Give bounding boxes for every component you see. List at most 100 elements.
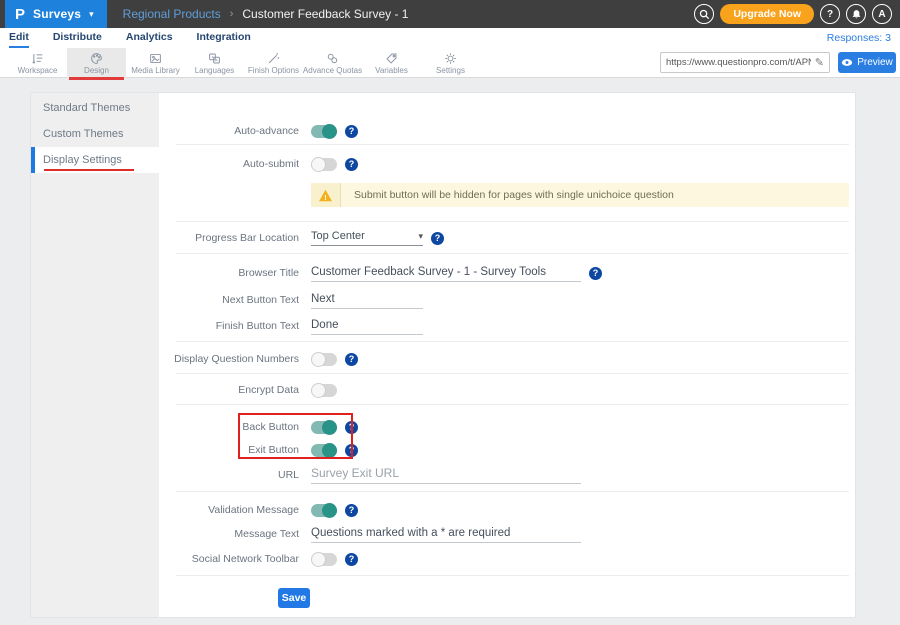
toolbar-tab-label: Media Library (131, 66, 179, 75)
breadcrumb-survey-title: Customer Feedback Survey - 1 (242, 7, 408, 21)
chevron-down-icon: ▾ (418, 231, 423, 242)
tag-icon (385, 52, 398, 65)
warning-triangle-icon: ! (318, 189, 333, 202)
sidebar-item-custom-themes[interactable]: Custom Themes (31, 121, 159, 147)
social-network-toolbar-toggle[interactable] (311, 553, 337, 566)
display-settings-form: Auto-advance ? Auto-submit ? ! Submit bu… (159, 93, 855, 617)
tab-analytics[interactable]: Analytics (126, 28, 173, 48)
display-question-numbers-row: Display Question Numbers ? (159, 344, 849, 374)
finish-button-text-row: Finish Button Text (159, 311, 849, 341)
encrypt-data-toggle[interactable] (311, 384, 337, 397)
message-text-input[interactable] (311, 525, 581, 543)
annotation-underline-display-settings (44, 169, 134, 171)
breadcrumb: Regional Products › Customer Feedback Su… (123, 7, 409, 21)
finish-button-text-input[interactable] (311, 317, 423, 335)
survey-url-box: ✎ (660, 52, 830, 73)
help-icon[interactable]: ? (345, 125, 358, 138)
exit-url-row: URL (159, 460, 849, 490)
auto-submit-row: Auto-submit ? (159, 149, 849, 179)
search-button[interactable] (694, 4, 714, 24)
exit-url-input[interactable] (311, 466, 581, 484)
section-divider (176, 221, 849, 222)
toolbar-tab-design[interactable]: Design (67, 48, 126, 78)
sidebar-item-display-settings[interactable]: Display Settings (31, 147, 159, 173)
toolbar-tab-finish-options[interactable]: Finish Options (244, 48, 303, 78)
toolbar-tab-media-library[interactable]: Media Library (126, 48, 185, 78)
survey-url-input[interactable] (666, 57, 811, 68)
top-bar: P Surveys ▾ Regional Products › Customer… (0, 0, 900, 28)
toggle-knob (311, 383, 326, 398)
tab-distribute[interactable]: Distribute (53, 28, 102, 48)
svg-text:!: ! (324, 192, 326, 201)
chain-links-icon (326, 52, 339, 65)
tab-edit[interactable]: Edit (9, 28, 29, 48)
save-button[interactable]: Save (278, 588, 310, 608)
help-icon[interactable]: ? (345, 553, 358, 566)
browser-title-label: Browser Title (159, 267, 299, 279)
toolbar-tab-advance-quotas[interactable]: Advance Quotas (303, 48, 362, 78)
help-icon[interactable]: ? (345, 504, 358, 517)
help-icon[interactable]: ? (345, 353, 358, 366)
toolbar-tab-label: Variables (375, 66, 408, 75)
search-icon (699, 9, 710, 20)
next-button-text-label: Next Button Text (159, 294, 299, 306)
svg-text:A: A (215, 57, 218, 62)
toggle-knob (322, 420, 337, 435)
progress-bar-location-label: Progress Bar Location (159, 232, 299, 244)
toolbar-tab-label: Settings (436, 66, 465, 75)
upgrade-now-button[interactable]: Upgrade Now (720, 4, 814, 24)
help-icon[interactable]: ? (345, 158, 358, 171)
breadcrumb-folder[interactable]: Regional Products (123, 7, 221, 21)
auto-advance-toggle[interactable] (311, 125, 337, 138)
auto-advance-row: Auto-advance ? (159, 116, 849, 146)
questionpro-logo: P (15, 7, 25, 22)
display-question-numbers-toggle[interactable] (311, 353, 337, 366)
toolbar-tab-languages[interactable]: zA Languages (185, 48, 244, 78)
help-icon[interactable]: ? (345, 444, 358, 457)
magic-wand-icon (267, 52, 280, 65)
palette-icon (90, 52, 103, 65)
edit-url-pencil-icon[interactable]: ✎ (815, 56, 824, 69)
exit-button-toggle[interactable] (311, 444, 337, 457)
toolbar-tab-label: Finish Options (248, 66, 299, 75)
translate-icon: zA (208, 52, 221, 65)
responses-count[interactable]: Responses: 3 (827, 32, 891, 44)
account-button[interactable]: A (872, 4, 892, 24)
progress-bar-location-row: Progress Bar Location Top Center ▾ ? (159, 223, 849, 253)
help-icon[interactable]: ? (589, 267, 602, 280)
help-icon[interactable]: ? (345, 421, 358, 434)
help-icon[interactable]: ? (431, 232, 444, 245)
help-button[interactable]: ? (820, 4, 840, 24)
survey-nav: Edit Distribute Analytics Integration Re… (0, 28, 900, 48)
sidebar-item-label: Display Settings (43, 154, 122, 166)
warning-banner: ! Submit button will be hidden for pages… (311, 183, 849, 207)
back-button-toggle[interactable] (311, 421, 337, 434)
auto-submit-toggle[interactable] (311, 158, 337, 171)
notifications-button[interactable] (846, 4, 866, 24)
sidebar-item-standard-themes[interactable]: Standard Themes (31, 95, 159, 121)
toolbar-tab-settings[interactable]: Settings (421, 48, 480, 78)
product-switcher[interactable]: P Surveys ▾ (5, 0, 107, 28)
product-name: Surveys (33, 7, 81, 21)
toolbar-tab-variables[interactable]: Variables (362, 48, 421, 78)
validation-message-label: Validation Message (159, 504, 299, 516)
toolbar-tab-label: Languages (195, 66, 235, 75)
section-divider (176, 253, 849, 254)
progress-bar-location-select[interactable]: Top Center ▾ (311, 230, 423, 246)
design-sidebar: Standard Themes Custom Themes Display Se… (31, 93, 159, 617)
finish-button-text-label: Finish Button Text (159, 320, 299, 332)
warning-text: Submit button will be hidden for pages w… (341, 183, 674, 207)
toggle-knob (322, 503, 337, 518)
browser-title-input[interactable] (311, 264, 581, 282)
preview-label: Preview (857, 57, 893, 68)
back-button-label: Back Button (159, 421, 299, 433)
next-button-text-input[interactable] (311, 291, 423, 309)
svg-text:z: z (211, 54, 213, 59)
validation-message-toggle[interactable] (311, 504, 337, 517)
toolbar-tab-workspace[interactable]: Workspace (8, 48, 67, 78)
section-divider (176, 341, 849, 342)
preview-button[interactable]: Preview (838, 52, 896, 73)
gear-icon (444, 52, 457, 65)
tab-integration[interactable]: Integration (197, 28, 251, 48)
auto-submit-label: Auto-submit (159, 158, 299, 170)
